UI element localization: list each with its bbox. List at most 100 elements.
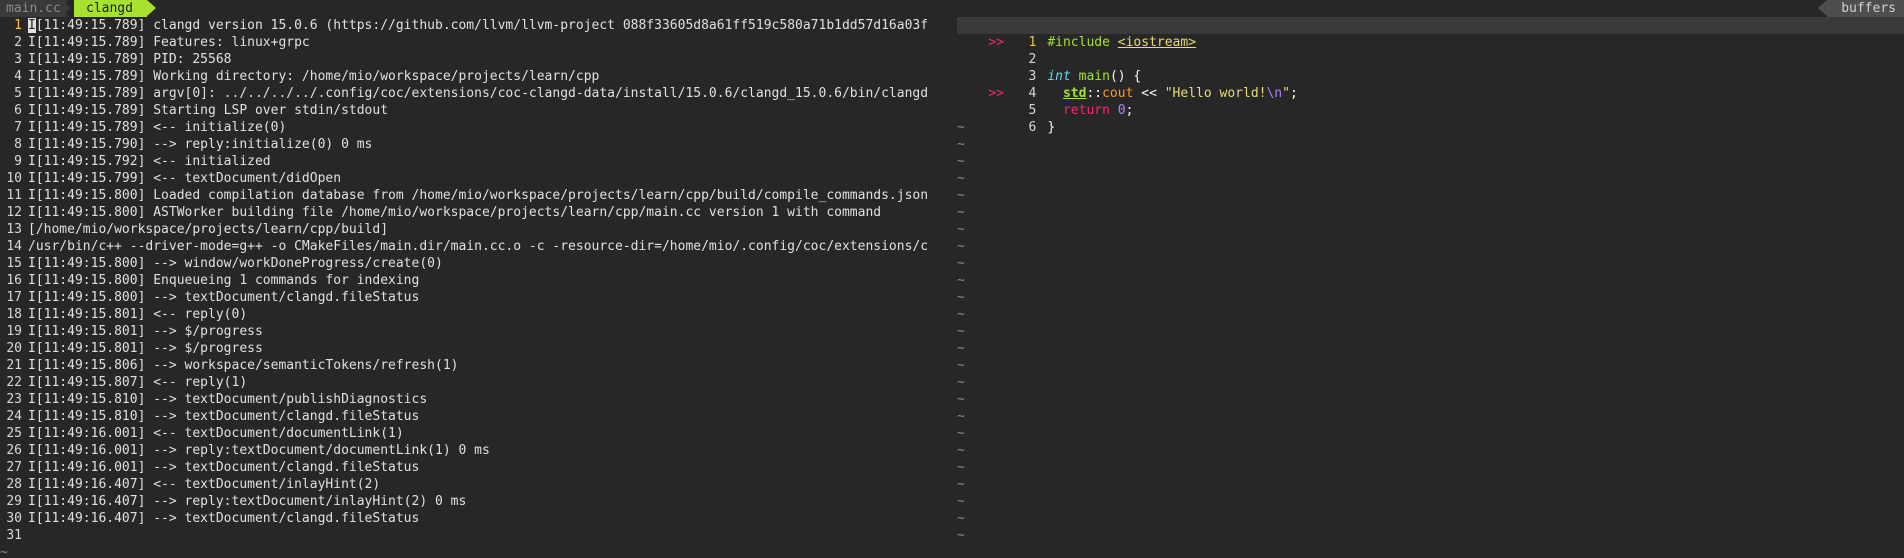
log-line[interactable]: 21 I[11:49:15.806] --> workspace/semantic… (0, 357, 950, 374)
code-line-5[interactable]: 5 return 0; (957, 85, 1904, 118)
code-line-2[interactable]: 2 (957, 34, 1904, 67)
end-of-buffer-marker: ~ (957, 528, 965, 543)
line-number: 30 (6, 511, 22, 526)
line-number: 25 (6, 426, 22, 441)
log-line[interactable]: 7 I[11:49:15.789] <-- initialize(0) (0, 119, 950, 136)
log-text: I[11:49:15.801] <-- reply(0) (28, 307, 248, 322)
line-number: 15 (6, 256, 22, 271)
line-number: 10 (6, 171, 22, 186)
log-text: /usr/bin/c++ --driver-mode=g++ -o CMakeF… (28, 239, 929, 254)
log-text: I[11:49:15.801] --> $/progress (28, 341, 263, 356)
log-text: I[11:49:15.800] ASTWorker building file … (28, 205, 882, 220)
line-number: 22 (6, 375, 22, 390)
log-text: I[11:49:15.810] --> textDocument/publish… (28, 392, 428, 407)
log-line[interactable]: 3 I[11:49:15.789] PID: 25568 (0, 51, 950, 68)
line-number: 21 (6, 358, 22, 373)
log-line[interactable]: 25 I[11:49:16.001] <-- textDocument/docum… (0, 425, 950, 442)
end-of-buffer-marker: ~ (0, 545, 8, 558)
end-of-buffer-marker: ~ (957, 511, 965, 526)
log-line[interactable]: 12 I[11:49:15.800] ASTWorker building fil… (0, 204, 950, 221)
log-text: I[11:49:16.407] --> reply:textDocument/i… (28, 494, 467, 509)
log-text: I[11:49:16.001] --> textDocument/clangd.… (28, 460, 420, 475)
log-line[interactable]: 10 I[11:49:15.799] <-- textDocument/didOp… (0, 170, 950, 187)
log-text: I[11:49:15.790] --> reply:initialize(0) … (28, 137, 373, 152)
log-line[interactable]: 14/usr/bin/c++ --driver-mode=g++ -o CMak… (0, 238, 950, 255)
log-text: I[11:49:15.789] Features: linux+grpc (28, 35, 310, 50)
log-text: I[11:49:15.799] <-- textDocument/didOpen (28, 171, 342, 186)
log-line[interactable]: 27 I[11:49:16.001] --> textDocument/clang… (0, 459, 950, 476)
log-text: [/home/mio/workspace/projects/learn/cpp/… (28, 222, 389, 237)
log-line[interactable]: 26 I[11:49:16.001] --> reply:textDocument… (0, 442, 950, 459)
log-line[interactable]: 23 I[11:49:15.810] --> textDocument/publi… (0, 391, 950, 408)
log-text: I[11:49:15.800] Enqueueing 1 commands fo… (28, 273, 420, 288)
log-line[interactable]: 4 I[11:49:15.789] Working directory: /hom… (0, 68, 950, 85)
log-line[interactable]: 13 [/home/mio/workspace/projects/learn/cp… (0, 221, 950, 238)
line-number: 6 (14, 103, 22, 118)
tab-clangd[interactable]: clangd (74, 0, 156, 17)
main-cc-editor-pane[interactable]: >> 1 #include <iostream> 2 3 int main() { >… (957, 17, 1904, 558)
end-of-buffer-marker: ~ (957, 188, 965, 203)
log-line[interactable]: 22 I[11:49:15.807] <-- reply(1) (0, 374, 950, 391)
end-of-buffer-marker: ~ (957, 205, 965, 220)
line-number: 14 (6, 239, 22, 254)
line-number: 7 (14, 120, 22, 135)
log-line[interactable]: 31 (0, 527, 950, 544)
end-of-buffer-marker: ~ (957, 171, 965, 186)
log-line[interactable]: 9 I[11:49:15.792] <-- initialized (0, 153, 950, 170)
code-line-6[interactable]: 6} (957, 102, 1904, 135)
line-number: 16 (6, 273, 22, 288)
log-line[interactable]: 2 I[11:49:15.789] Features: linux+grpc (0, 34, 950, 51)
end-of-buffer-marker: ~ (957, 494, 965, 509)
log-line[interactable]: 11 I[11:49:15.800] Loaded compilation dat… (0, 187, 950, 204)
log-text: I[11:49:15.800] Loaded compilation datab… (28, 188, 929, 203)
code-line-3[interactable]: 3 int main() { (957, 51, 1904, 84)
end-of-buffer-marker: ~ (957, 307, 965, 322)
log-line[interactable]: 29 I[11:49:16.407] --> reply:textDocument… (0, 493, 950, 510)
code-line-4[interactable]: >> 4 std::cout << "Hello world!\n"; (957, 68, 1904, 101)
clangd-log-pane[interactable]: 1 I[11:49:15.789] clangd version 15.0.6 (… (0, 17, 950, 558)
log-line[interactable]: 17 I[11:49:15.800] --> textDocument/clang… (0, 289, 950, 306)
end-of-buffer-marker: ~ (957, 358, 965, 373)
log-text: I[11:49:16.407] --> textDocument/clangd.… (28, 511, 420, 526)
log-line[interactable]: 6 I[11:49:15.789] Starting LSP over stdin… (0, 102, 950, 119)
log-text: I[11:49:15.789] <-- initialize(0) (28, 120, 287, 135)
log-line[interactable]: 5 I[11:49:15.789] argv[0]: ../../../../.c… (0, 85, 950, 102)
text-cursor: I (28, 18, 36, 33)
line-number: 4 (14, 69, 22, 84)
end-of-buffer-marker: ~ (957, 154, 965, 169)
line-number: 17 (6, 290, 22, 305)
log-line[interactable]: 20 I[11:49:15.801] --> $/progress (0, 340, 950, 357)
tab-main-cc[interactable]: main.cc (0, 0, 67, 17)
end-of-buffer-marker: ~ (957, 460, 965, 475)
log-line[interactable]: 18 I[11:49:15.801] <-- reply(0) (0, 306, 950, 323)
log-line[interactable]: 1 I[11:49:15.789] clangd version 15.0.6 (… (0, 17, 950, 34)
log-text: I[11:49:15.792] <-- initialized (28, 154, 271, 169)
log-line[interactable]: 15 I[11:49:15.800] --> window/workDonePro… (0, 255, 950, 272)
end-of-buffer-marker: ~ (957, 443, 965, 458)
line-number: 24 (6, 409, 22, 424)
log-text: I[11:49:15.801] --> $/progress (28, 324, 263, 339)
log-line[interactable]: 30 I[11:49:16.407] --> textDocument/clang… (0, 510, 950, 527)
log-text: I[11:49:15.800] --> window/workDoneProgr… (28, 256, 443, 271)
log-text: I[11:49:16.001] --> reply:textDocument/d… (28, 443, 490, 458)
log-line[interactable]: 24 I[11:49:15.810] --> textDocument/clang… (0, 408, 950, 425)
log-line[interactable]: 19 I[11:49:15.801] --> $/progress (0, 323, 950, 340)
line-number: 8 (14, 137, 22, 152)
code-line-1[interactable]: >> 1 #include <iostream> (957, 17, 1904, 50)
end-of-buffer-marker: ~ (957, 290, 965, 305)
line-number: 27 (6, 460, 22, 475)
end-of-buffer-marker: ~ (957, 341, 965, 356)
line-number: 2 (14, 35, 22, 50)
end-of-buffer-marker: ~ (957, 375, 965, 390)
line-number: 31 (6, 528, 22, 543)
log-text: I[11:49:15.789] Working directory: /home… (28, 69, 600, 84)
log-text: I[11:49:15.789] PID: 25568 (28, 52, 232, 67)
end-of-buffer-marker: ~ (957, 409, 965, 424)
log-text: I[11:49:15.789] argv[0]: ../../../../.co… (28, 86, 929, 101)
line-number: 26 (6, 443, 22, 458)
log-line[interactable]: 28 I[11:49:16.407] <-- textDocument/inlay… (0, 476, 950, 493)
log-text: I[11:49:15.800] --> textDocument/clangd.… (28, 290, 420, 305)
log-line[interactable]: 16 I[11:49:15.800] Enqueueing 1 commands … (0, 272, 950, 289)
log-text: I[11:49:15.806] --> workspace/semanticTo… (28, 358, 459, 373)
log-line[interactable]: 8 I[11:49:15.790] --> reply:initialize(0)… (0, 136, 950, 153)
